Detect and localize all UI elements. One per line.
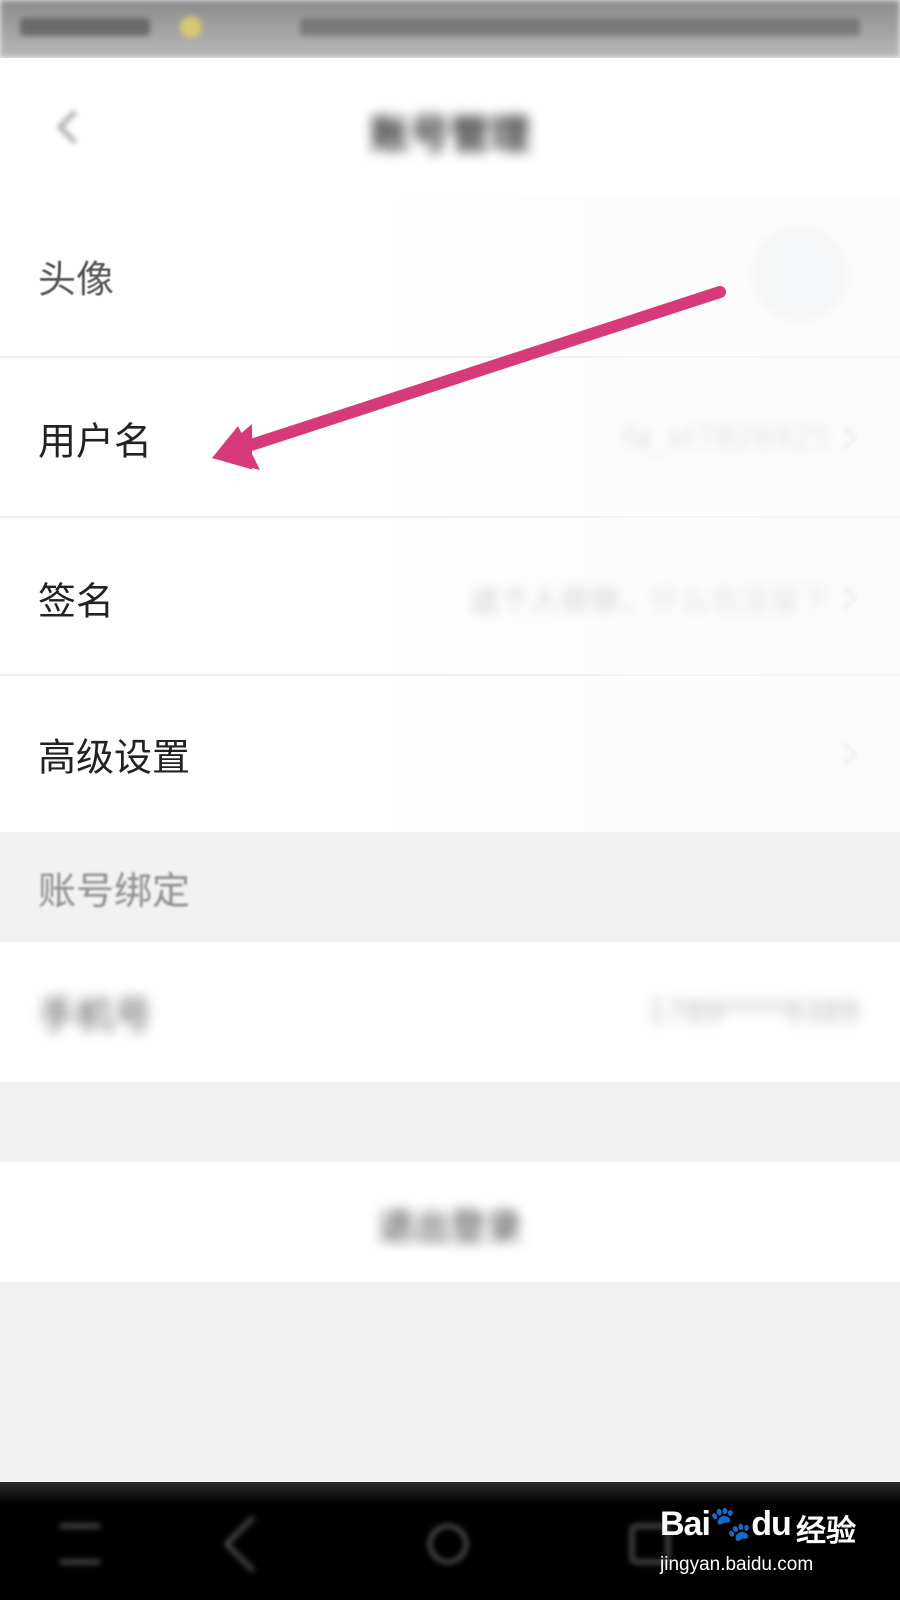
- bottom-spacer: [0, 1282, 900, 1482]
- chevron-right-icon: [834, 742, 858, 766]
- section-label: 账号绑定: [38, 869, 191, 913]
- baidu-jingyan-watermark: Bai🐾du 经验 jingyan.baidu.com: [660, 1504, 860, 1594]
- signature-value: 这个人很懒，什么也没留下: [470, 584, 830, 619]
- watermark-cn: 经验: [796, 1514, 856, 1549]
- row-signature[interactable]: 签名 这个人很懒，什么也没留下: [0, 518, 900, 678]
- logout-label: 退出登录: [377, 1207, 522, 1248]
- row-username[interactable]: 用户名 fa_xt7826925: [0, 358, 900, 518]
- chevron-right-icon: [834, 426, 858, 450]
- section-account-binding: 账号绑定: [0, 832, 900, 942]
- watermark-logo: Bai🐾du: [660, 1505, 792, 1543]
- spacer: [0, 1082, 900, 1162]
- phone-screen: 账号管理 头像 用户名 fa_xt7826925 签名 这个人很懒，什么也没留下…: [0, 0, 900, 1600]
- top-header: 账号管理: [0, 58, 900, 196]
- avatar-label: 头像: [38, 257, 115, 302]
- weather-icon: [180, 16, 202, 38]
- home-icon[interactable]: [428, 1524, 468, 1564]
- username-value: fa_xt7826925: [622, 420, 830, 456]
- page-title: 账号管理: [370, 112, 530, 158]
- watermark-url: jingyan.baidu.com: [660, 1554, 814, 1575]
- username-label: 用户名: [38, 419, 153, 464]
- row-avatar[interactable]: 头像: [0, 196, 900, 356]
- row-phone[interactable]: 手机号 1789****9389: [0, 942, 900, 1082]
- nav-back-icon[interactable]: [223, 1515, 281, 1573]
- phone-label: 手机号: [38, 993, 153, 1038]
- logout-button[interactable]: 退出登录: [0, 1162, 900, 1282]
- advanced-settings-label: 高级设置: [38, 735, 191, 780]
- signature-label: 签名: [38, 579, 115, 624]
- avatar[interactable]: [752, 226, 848, 322]
- phone-value: 1789****9389: [647, 994, 860, 1030]
- menu-icon[interactable]: [60, 1524, 100, 1564]
- row-advanced-settings[interactable]: 高级设置: [0, 676, 900, 832]
- chevron-right-icon: [834, 586, 858, 610]
- status-bar: [0, 0, 900, 58]
